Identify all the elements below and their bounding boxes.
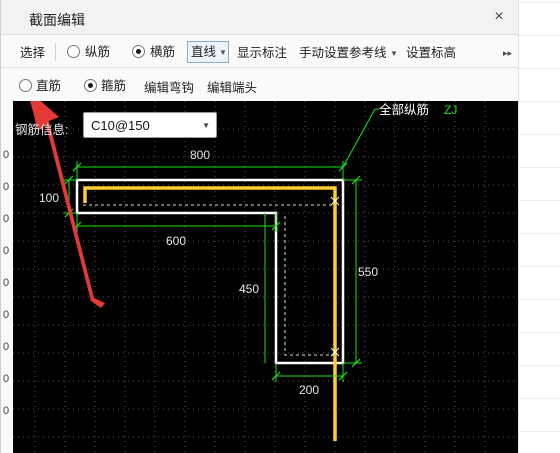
toolbar-secondary: 直筋 箍筋 编辑弯钩 编辑端头 (1, 69, 518, 101)
chevron-down-icon: ▼ (219, 48, 227, 57)
ruler-mark: 0 (3, 309, 10, 321)
toolbar-primary: 选择 纵筋 横筋 直线 ▼ 显示标注 手动设置参考线 ▼ 设置标高 ▸▸ (1, 36, 518, 68)
left-ruler: 0 0 0 0 0 0 0 0 0 (1, 101, 13, 453)
longitudinal-radio[interactable] (67, 45, 80, 58)
manual-guides-button[interactable]: 手动设置参考线 (299, 45, 387, 61)
ruler-mark: 0 (3, 149, 10, 161)
stirrup-label[interactable]: 箍筋 (101, 78, 126, 94)
dim-inner-horizontal: 600 (166, 234, 186, 248)
dim-right: 550 (358, 265, 378, 279)
stirrup-radio[interactable] (84, 79, 97, 92)
inner-guide (83, 204, 336, 356)
ruler-mark: 0 (3, 341, 10, 353)
ruler-mark: 0 (3, 181, 10, 193)
section-edit-dialog: 截面编辑 × 选择 纵筋 横筋 直线 ▼ 显示标注 手动设置参考线 ▼ 设置标高… (0, 0, 518, 453)
close-button[interactable]: × (491, 9, 507, 25)
straight-bar-label[interactable]: 直筋 (36, 78, 61, 94)
dialog-title: 截面编辑 (29, 12, 85, 28)
section-drawing[interactable]: 800 100 600 450 550 200 全部纵筋 ZJ (13, 101, 518, 453)
dimension-ticks (64, 162, 361, 381)
ruler-mark: 0 (3, 405, 10, 417)
dim-bottom: 200 (299, 383, 319, 397)
dim-inner-vertical: 450 (239, 282, 259, 296)
ruler-mark: 0 (3, 213, 10, 225)
edit-hook-button[interactable]: 编辑弯钩 (144, 80, 194, 96)
page: 截面编辑 × 选择 纵筋 横筋 直线 ▼ 显示标注 手动设置参考线 ▼ 设置标高… (0, 0, 560, 453)
dimension-lines (63, 108, 376, 382)
chevron-down-icon[interactable]: ▼ (390, 49, 398, 58)
toolbar-divider (55, 43, 56, 61)
toolbar-overflow-button[interactable]: ▸▸ (503, 45, 512, 61)
ruler-mark: 0 (3, 277, 10, 289)
section-outline[interactable] (75, 178, 345, 365)
ruler-mark: 0 (3, 373, 10, 385)
drawing-canvas[interactable]: 800 100 600 450 550 200 全部纵筋 ZJ (13, 101, 518, 453)
all-longitudinal-label: 全部纵筋 (379, 102, 429, 117)
straight-bar-radio[interactable] (19, 79, 32, 92)
rebar-info-label: 钢筋信息: (15, 123, 69, 137)
dim-left: 100 (39, 191, 59, 205)
zj-label: ZJ (444, 103, 457, 117)
edit-end-button[interactable]: 编辑端头 (207, 80, 257, 96)
background-window-strip (518, 0, 560, 453)
chevron-down-icon: ▼ (202, 121, 210, 130)
rebar-info-value: C10@150 (91, 118, 150, 133)
transverse-radio[interactable] (132, 45, 145, 58)
show-dimensions-button[interactable]: 显示标注 (237, 45, 287, 61)
rebar-info-combo[interactable]: C10@150 ▼ (83, 112, 217, 138)
transverse-label[interactable]: 横筋 (150, 44, 175, 60)
ruler-mark: 0 (3, 245, 10, 257)
title-bar: 截面编辑 × (1, 0, 518, 35)
line-mode-label: 直线 (191, 45, 217, 59)
dim-top: 800 (190, 148, 210, 162)
line-mode-dropdown[interactable]: 直线 ▼ (187, 41, 229, 63)
select-button[interactable]: 选择 (20, 45, 45, 61)
longitudinal-label[interactable]: 纵筋 (85, 44, 110, 60)
set-elevation-button[interactable]: 设置标高 (406, 45, 456, 61)
